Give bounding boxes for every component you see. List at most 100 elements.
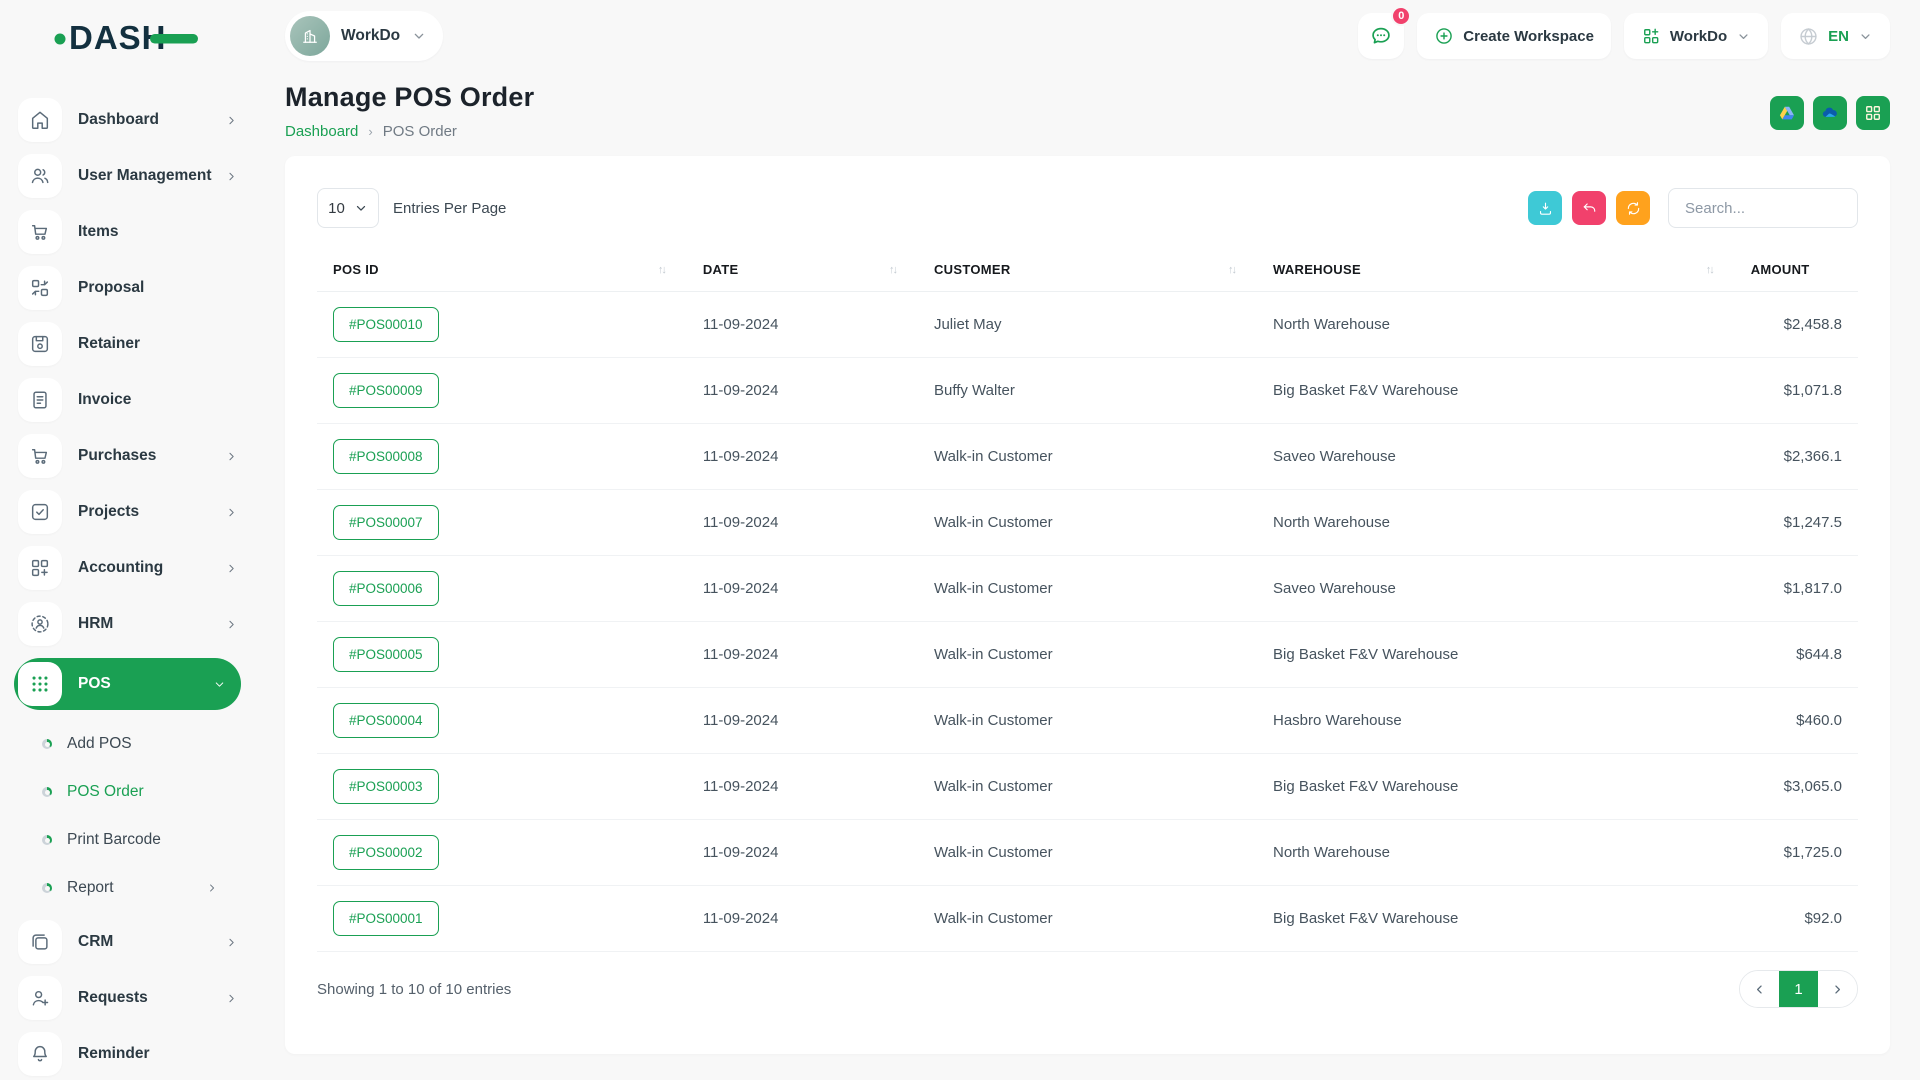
pos-id-chip[interactable]: #POS00001: [333, 901, 439, 936]
language-selector[interactable]: EN: [1781, 13, 1890, 59]
topbar-actions: 0 Create Workspace WorkDo: [1358, 13, 1890, 59]
sidebar-subitem-print-barcode[interactable]: Print Barcode: [0, 816, 255, 864]
chevron-down-icon: [1736, 29, 1751, 44]
sidebar-subitem-report[interactable]: Report: [0, 864, 255, 912]
chevron-right-icon: [224, 169, 239, 184]
proposal-swap-icon: [29, 277, 51, 299]
sidebar-item-pos[interactable]: POS: [14, 658, 241, 710]
onedrive-button[interactable]: [1813, 96, 1847, 130]
entries-per-page-select[interactable]: 10: [317, 188, 379, 228]
sidebar-item-projects[interactable]: Projects: [18, 490, 239, 534]
sidebar-item-invoice[interactable]: Invoice: [18, 378, 239, 422]
bell-icon-box: [18, 1032, 62, 1076]
workdo-menu-button[interactable]: WorkDo: [1624, 13, 1768, 59]
column-header-pos-id[interactable]: POS ID↑↓: [317, 248, 687, 292]
sidebar-subitem-label: POS Order: [67, 783, 144, 801]
date-cell: 11-09-2024: [687, 556, 918, 622]
sidebar-item-retainer[interactable]: Retainer: [18, 322, 239, 366]
copy-icon: [29, 931, 51, 953]
sidebar-subitem-pos-order[interactable]: POS Order: [0, 768, 255, 816]
sidebar-subitem-add-pos[interactable]: Add POS: [0, 720, 255, 768]
sidebar-item-label: Accounting: [78, 559, 163, 577]
reset-button[interactable]: [1572, 191, 1606, 225]
messages-button[interactable]: 0: [1358, 13, 1404, 59]
chevron-right-icon: [224, 449, 239, 464]
column-header-customer[interactable]: CUSTOMER↑↓: [918, 248, 1257, 292]
search-input[interactable]: [1668, 188, 1858, 228]
pos-id-cell: #POS00004: [317, 688, 687, 754]
column-label: CUSTOMER: [934, 262, 1011, 277]
sidebar-item-reminder[interactable]: Reminder: [18, 1032, 239, 1076]
sort-icon: ↑↓: [889, 264, 896, 276]
sidebar-item-proposal[interactable]: Proposal: [18, 266, 239, 310]
amount-cell: $1,247.5: [1735, 490, 1858, 556]
export-button[interactable]: [1528, 191, 1562, 225]
bullet-icon: [42, 835, 52, 845]
refresh-button[interactable]: [1616, 191, 1650, 225]
workspace-switcher[interactable]: WorkDo: [285, 11, 443, 61]
pos-id-chip[interactable]: #POS00008: [333, 439, 439, 474]
pos-id-cell: #POS00005: [317, 622, 687, 688]
chevron-right-icon: [224, 617, 239, 632]
sidebar-item-purchases[interactable]: Purchases: [18, 434, 239, 478]
warehouse-cell: Big Basket F&V Warehouse: [1257, 886, 1735, 952]
pos-id-chip[interactable]: #POS00002: [333, 835, 439, 870]
warehouse-cell: North Warehouse: [1257, 820, 1735, 886]
sidebar-subitem-label: Add POS: [67, 735, 132, 753]
sidebar-item-label: Dashboard: [78, 111, 159, 129]
create-workspace-button[interactable]: Create Workspace: [1417, 13, 1611, 59]
chevron-down-icon: [1858, 29, 1873, 44]
amount-cell: $2,458.8: [1735, 292, 1858, 358]
date-cell: 11-09-2024: [687, 622, 918, 688]
pos-id-cell: #POS00006: [317, 556, 687, 622]
breadcrumb-dashboard[interactable]: Dashboard: [285, 123, 358, 140]
date-cell: 11-09-2024: [687, 490, 918, 556]
pos-id-chip[interactable]: #POS00007: [333, 505, 439, 540]
column-header-warehouse[interactable]: WAREHOUSE↑↓: [1257, 248, 1735, 292]
floppy-icon-box: [18, 322, 62, 366]
grid-squares-button[interactable]: [1856, 96, 1890, 130]
check-square-icon-box: [18, 490, 62, 534]
sidebar-item-crm[interactable]: CRM: [18, 920, 239, 964]
sidebar-item-user-management[interactable]: User Management: [18, 154, 239, 198]
copy-icon-box: [18, 920, 62, 964]
warehouse-cell: Big Basket F&V Warehouse: [1257, 622, 1735, 688]
pos-id-cell: #POS00002: [317, 820, 687, 886]
customer-cell: Walk-in Customer: [918, 490, 1257, 556]
pos-id-chip[interactable]: #POS00004: [333, 703, 439, 738]
chevron-right-icon: [205, 881, 219, 895]
pos-id-chip[interactable]: #POS00009: [333, 373, 439, 408]
sidebar-item-accounting[interactable]: Accounting: [18, 546, 239, 590]
date-cell: 11-09-2024: [687, 424, 918, 490]
pos-id-chip[interactable]: #POS00005: [333, 637, 439, 672]
floppy-icon: [29, 333, 51, 355]
pos-id-cell: #POS00007: [317, 490, 687, 556]
download-icon: [1537, 200, 1554, 217]
table-row: #POS0000911-09-2024Buffy WalterBig Baske…: [317, 358, 1858, 424]
table-row: #POS0000611-09-2024Walk-in CustomerSaveo…: [317, 556, 1858, 622]
sidebar-item-items[interactable]: Items: [18, 210, 239, 254]
pos-id-chip[interactable]: #POS00010: [333, 307, 439, 342]
pagination-next-button[interactable]: [1818, 971, 1857, 1007]
building-icon: [300, 26, 320, 46]
chevron-right-icon: [224, 561, 239, 576]
user-plus-icon: [29, 987, 51, 1009]
pagination-prev-button[interactable]: [1740, 971, 1779, 1007]
breadcrumb-current: POS Order: [383, 123, 457, 140]
table-row: #POS0000411-09-2024Walk-in CustomerHasbr…: [317, 688, 1858, 754]
chevron-right-icon: [205, 881, 219, 895]
date-cell: 11-09-2024: [687, 688, 918, 754]
google-drive-button[interactable]: [1770, 96, 1804, 130]
pos-id-chip[interactable]: #POS00006: [333, 571, 439, 606]
sidebar-item-dashboard[interactable]: Dashboard: [18, 98, 239, 142]
plus-circle-icon: [1434, 26, 1454, 46]
app-logo[interactable]: DASH: [0, 14, 255, 58]
sidebar-item-hrm[interactable]: HRM: [18, 602, 239, 646]
pos-id-chip[interactable]: #POS00003: [333, 769, 439, 804]
page-title: Manage POS Order: [285, 82, 534, 113]
pagination-page-1[interactable]: 1: [1779, 971, 1818, 1007]
sidebar-item-requests[interactable]: Requests: [18, 976, 239, 1020]
warehouse-cell: Big Basket F&V Warehouse: [1257, 358, 1735, 424]
cart-icon-box: [18, 434, 62, 478]
column-header-date[interactable]: DATE↑↓: [687, 248, 918, 292]
